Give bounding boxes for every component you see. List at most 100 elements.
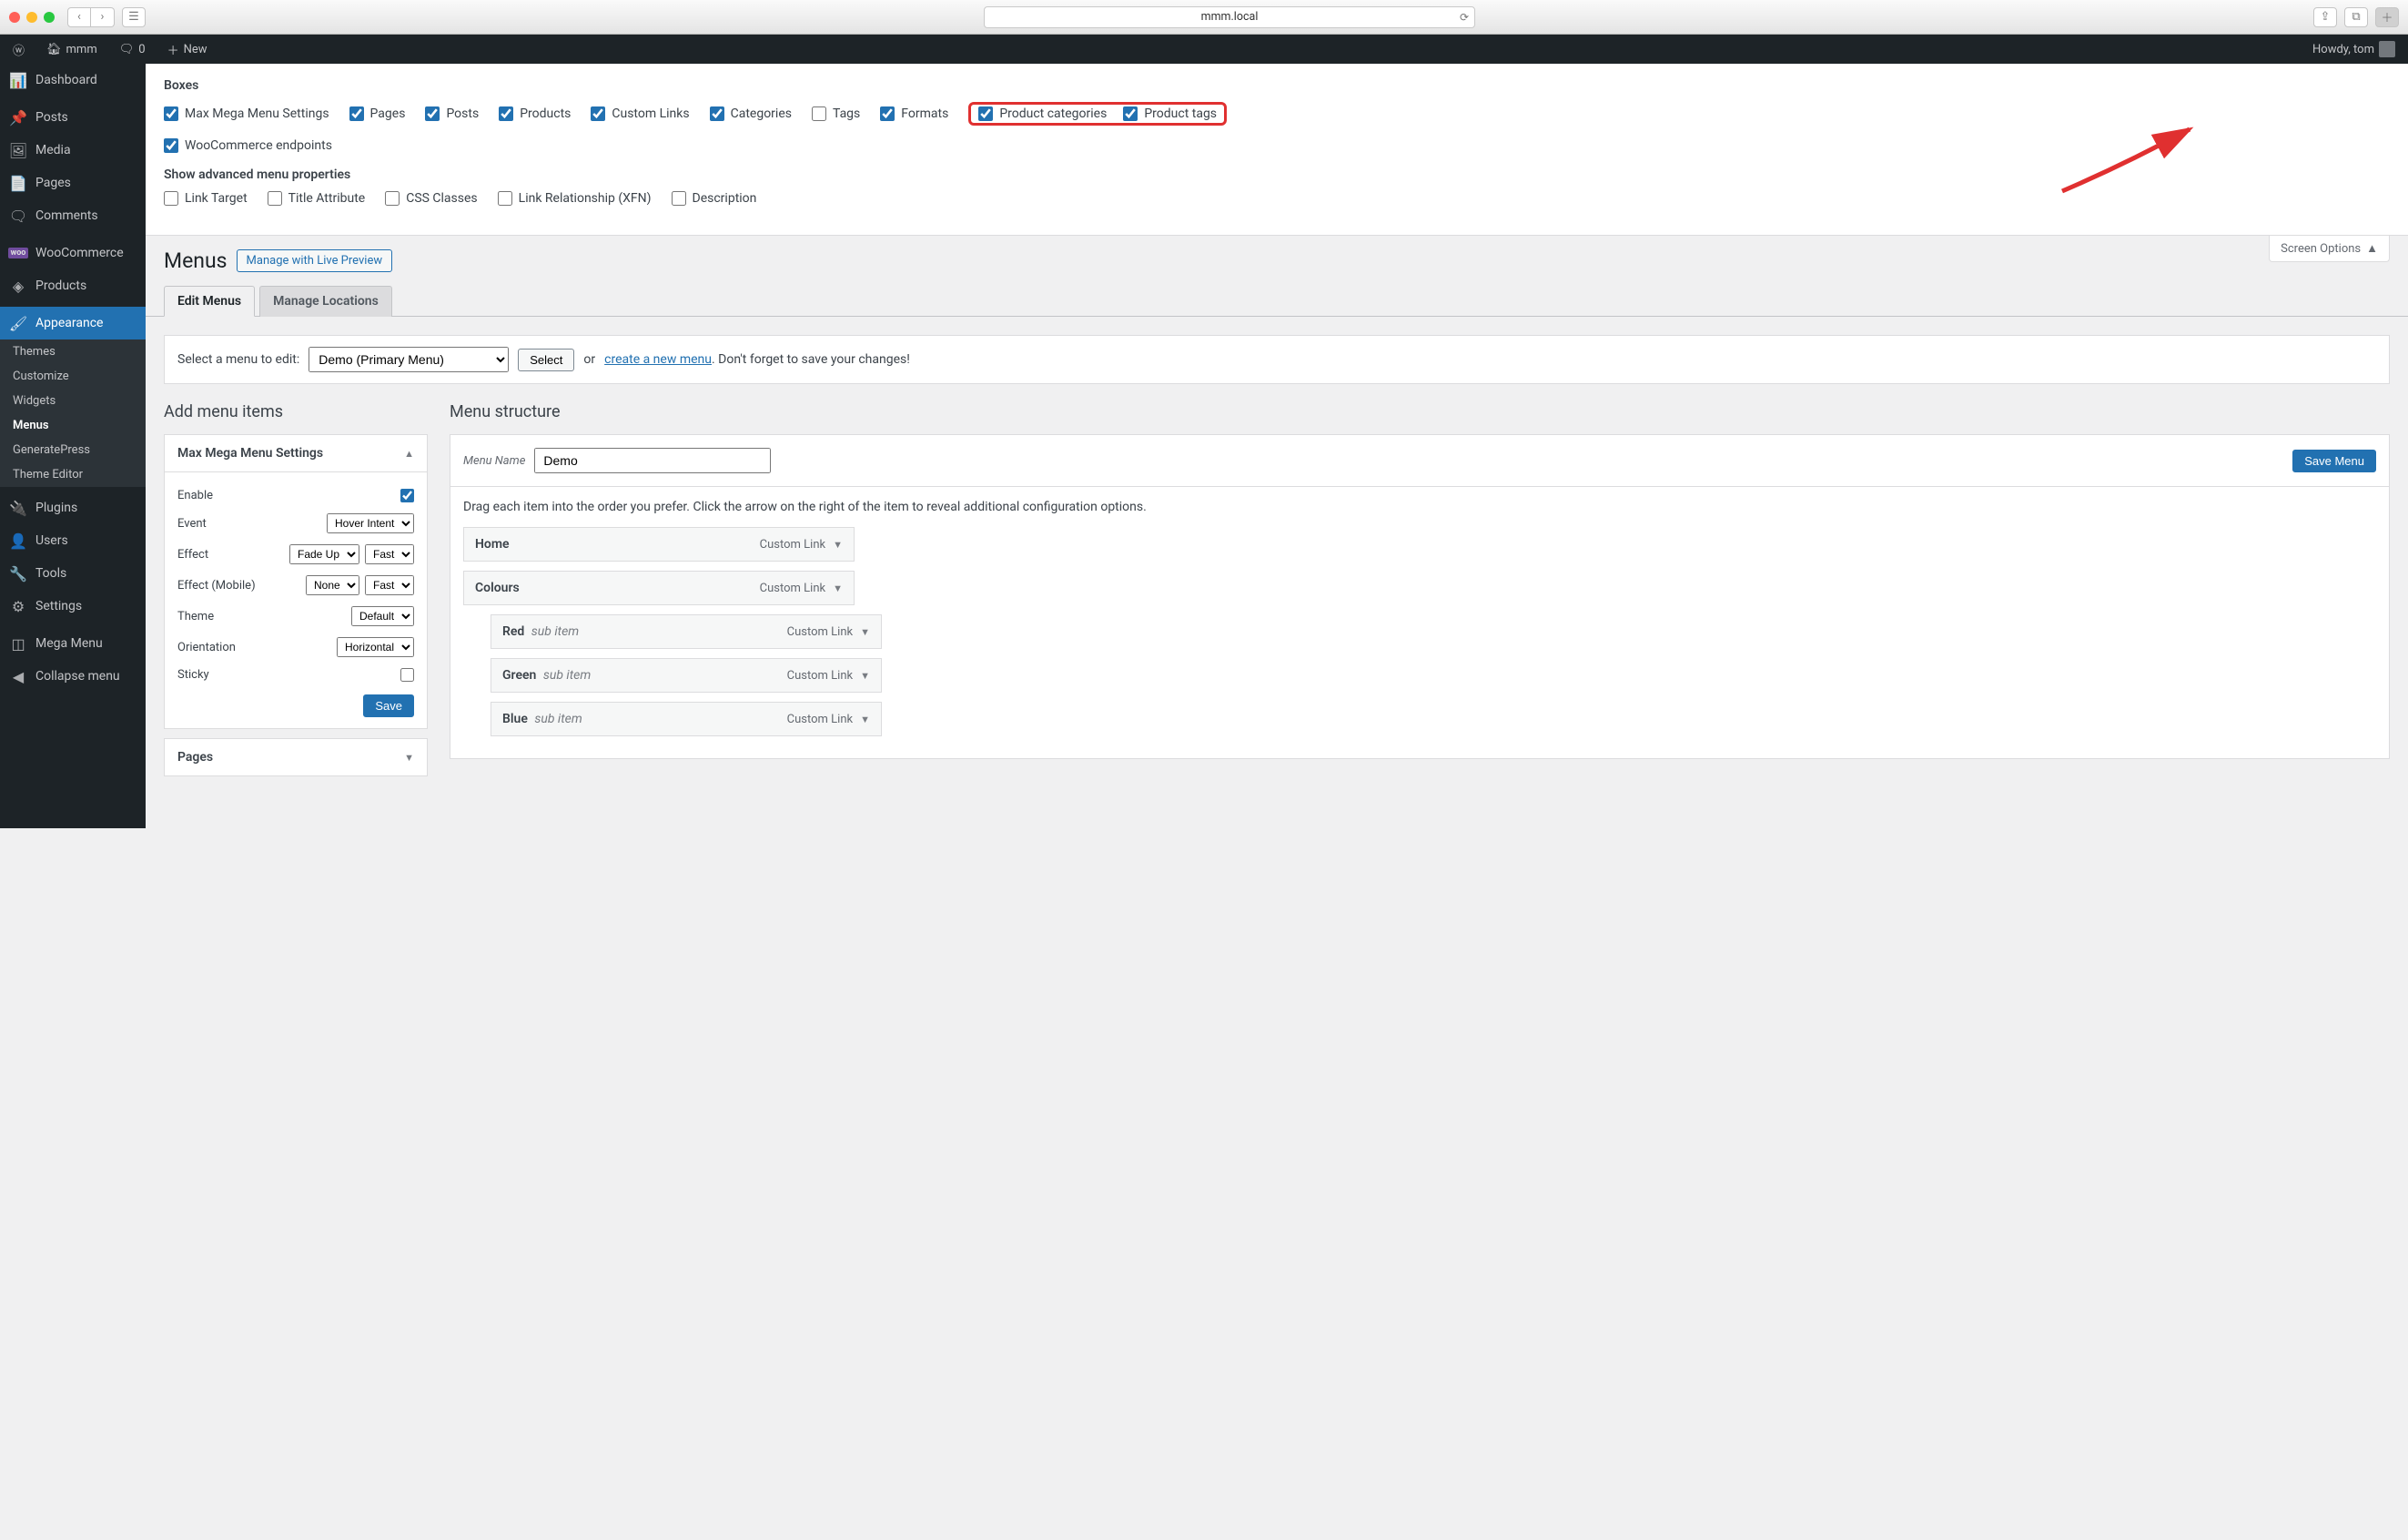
mm-save-button[interactable]: Save: [363, 694, 414, 717]
url-text: mmm.local: [1201, 10, 1259, 24]
wp-logo[interactable]: ⓦ: [7, 35, 30, 64]
adv-link-relationship[interactable]: Link Relationship (XFN): [498, 191, 652, 206]
menu-item[interactable]: HomeCustom Link ▼: [463, 527, 855, 562]
menu-item[interactable]: ColoursCustom Link ▼: [463, 571, 855, 605]
sidebar-subitem-menus[interactable]: Menus: [0, 413, 146, 438]
chevron-down-icon[interactable]: ▼: [860, 670, 870, 682]
menu-item-type: Custom Link ▼: [787, 625, 870, 639]
box-posts[interactable]: Posts: [425, 102, 479, 126]
event-select[interactable]: Hover Intent: [327, 513, 414, 533]
adv-title-attribute[interactable]: Title Attribute: [268, 191, 366, 206]
box-product-categories[interactable]: Product categories: [978, 106, 1107, 121]
products-icon: ◈: [9, 277, 27, 295]
accordion-head-pages[interactable]: Pages ▼: [165, 739, 427, 775]
chevron-down-icon[interactable]: ▼: [860, 714, 870, 725]
box-pages[interactable]: Pages: [349, 102, 406, 126]
sidebar-item-pages[interactable]: 📄Pages: [0, 167, 146, 199]
tools-icon: 🔧: [9, 564, 27, 583]
effect-mobile-select[interactable]: None: [306, 575, 359, 595]
box-categories[interactable]: Categories: [710, 102, 792, 126]
box-product-tags[interactable]: Product tags: [1123, 106, 1217, 121]
sticky-checkbox[interactable]: [400, 668, 414, 682]
or-text: or: [583, 352, 595, 367]
sidebar-item-media[interactable]: 🖼Media: [0, 134, 146, 167]
forward-button[interactable]: ›: [91, 7, 115, 27]
select-button[interactable]: Select: [518, 349, 574, 371]
enable-checkbox[interactable]: [400, 489, 414, 502]
live-preview-button[interactable]: Manage with Live Preview: [237, 249, 393, 272]
menu-item[interactable]: Blue sub itemCustom Link ▼: [491, 702, 882, 736]
sidebar-item-appearance[interactable]: 🖌Appearance: [0, 307, 146, 339]
settings-icon: ⚙: [9, 597, 27, 615]
advanced-heading: Show advanced menu properties: [164, 167, 2390, 182]
chevron-up-icon: ▲: [404, 448, 414, 460]
sidebar-subitem-customize[interactable]: Customize: [0, 364, 146, 389]
new-tab-button[interactable]: ＋: [2375, 7, 2399, 27]
box-max-mega-menu[interactable]: Max Mega Menu Settings: [164, 102, 329, 126]
tab-manage-locations[interactable]: Manage Locations: [259, 286, 392, 317]
refresh-icon[interactable]: ⟳: [1460, 11, 1469, 24]
box-formats[interactable]: Formats: [880, 102, 948, 126]
menu-select[interactable]: Demo (Primary Menu): [309, 347, 509, 372]
accordion-head-mega-menu[interactable]: Max Mega Menu Settings ▲: [165, 435, 427, 472]
site-link[interactable]: 🏠︎mmm: [41, 35, 103, 64]
box-tags[interactable]: Tags: [812, 102, 860, 126]
back-button[interactable]: ‹: [67, 7, 91, 27]
tabs-button[interactable]: ⧉: [2344, 7, 2368, 27]
box-custom-links[interactable]: Custom Links: [591, 102, 689, 126]
media-icon: 🖼: [9, 141, 27, 159]
dashboard-icon: 📊: [9, 71, 27, 89]
menu-item-title: Green sub item: [502, 668, 591, 683]
save-menu-button[interactable]: Save Menu: [2292, 450, 2376, 472]
screen-options-toggle[interactable]: Screen Options ▲: [2269, 236, 2390, 262]
theme-select[interactable]: Default: [351, 606, 414, 626]
orientation-select[interactable]: Horizontal: [337, 637, 414, 657]
menu-item[interactable]: Red sub itemCustom Link ▼: [491, 614, 882, 649]
sidebar-item-users[interactable]: 👤Users: [0, 524, 146, 557]
close-window-icon[interactable]: [9, 12, 20, 23]
sidebar-item-posts[interactable]: 📌Posts: [0, 101, 146, 134]
sidebar-item-dashboard[interactable]: 📊Dashboard: [0, 64, 146, 96]
sidebar-item-comments[interactable]: 🗨Comments: [0, 199, 146, 232]
comments-link[interactable]: 🗨0: [114, 35, 151, 64]
users-icon: 👤: [9, 532, 27, 550]
effect-mobile-speed-select[interactable]: Fast: [365, 575, 414, 595]
menu-item[interactable]: Green sub itemCustom Link ▼: [491, 658, 882, 693]
my-account[interactable]: Howdy, tom: [2307, 35, 2401, 64]
minimize-window-icon[interactable]: [26, 12, 37, 23]
effect-select[interactable]: Fade Up: [289, 544, 359, 564]
sidebar-item-mega-menu[interactable]: ◫Mega Menu: [0, 627, 146, 660]
box-woocommerce-endpoints[interactable]: WooCommerce endpoints: [164, 138, 2390, 153]
sidebar-item-collapse[interactable]: ◀Collapse menu: [0, 660, 146, 693]
menu-name-label: Menu Name: [463, 454, 525, 468]
menu-name-input[interactable]: [534, 448, 771, 473]
sidebar-toggle-button[interactable]: ☰: [122, 7, 146, 27]
woocommerce-icon: woo: [9, 244, 27, 262]
url-bar[interactable]: mmm.local ⟳: [984, 6, 1475, 28]
chevron-down-icon[interactable]: ▼: [833, 539, 843, 551]
effect-speed-select[interactable]: Fast: [365, 544, 414, 564]
new-content-link[interactable]: ＋New: [162, 35, 213, 64]
adv-description[interactable]: Description: [672, 191, 757, 206]
collapse-icon: ◀: [9, 667, 27, 685]
adv-link-target[interactable]: Link Target: [164, 191, 248, 206]
sidebar-item-settings[interactable]: ⚙Settings: [0, 590, 146, 623]
sidebar-subitem-widgets[interactable]: Widgets: [0, 389, 146, 413]
chevron-down-icon[interactable]: ▼: [833, 583, 843, 594]
sidebar-item-tools[interactable]: 🔧Tools: [0, 557, 146, 590]
select-menu-bar: Select a menu to edit: Demo (Primary Men…: [164, 335, 2390, 384]
create-menu-link[interactable]: create a new menu: [604, 352, 712, 367]
menu-item-title: Blue sub item: [502, 712, 582, 726]
sidebar-subitem-theme-editor[interactable]: Theme Editor: [0, 462, 146, 487]
sidebar-subitem-generatepress[interactable]: GeneratePress: [0, 438, 146, 462]
box-products[interactable]: Products: [499, 102, 571, 126]
chevron-down-icon[interactable]: ▼: [860, 626, 870, 638]
adv-css-classes[interactable]: CSS Classes: [385, 191, 477, 206]
sidebar-item-products[interactable]: ◈Products: [0, 269, 146, 302]
maximize-window-icon[interactable]: [44, 12, 55, 23]
sidebar-subitem-themes[interactable]: Themes: [0, 339, 146, 364]
sidebar-item-woocommerce[interactable]: wooWooCommerce: [0, 237, 146, 269]
sidebar-item-plugins[interactable]: 🔌Plugins: [0, 491, 146, 524]
share-button[interactable]: ⇪: [2313, 7, 2337, 27]
tab-edit-menus[interactable]: Edit Menus: [164, 286, 255, 317]
